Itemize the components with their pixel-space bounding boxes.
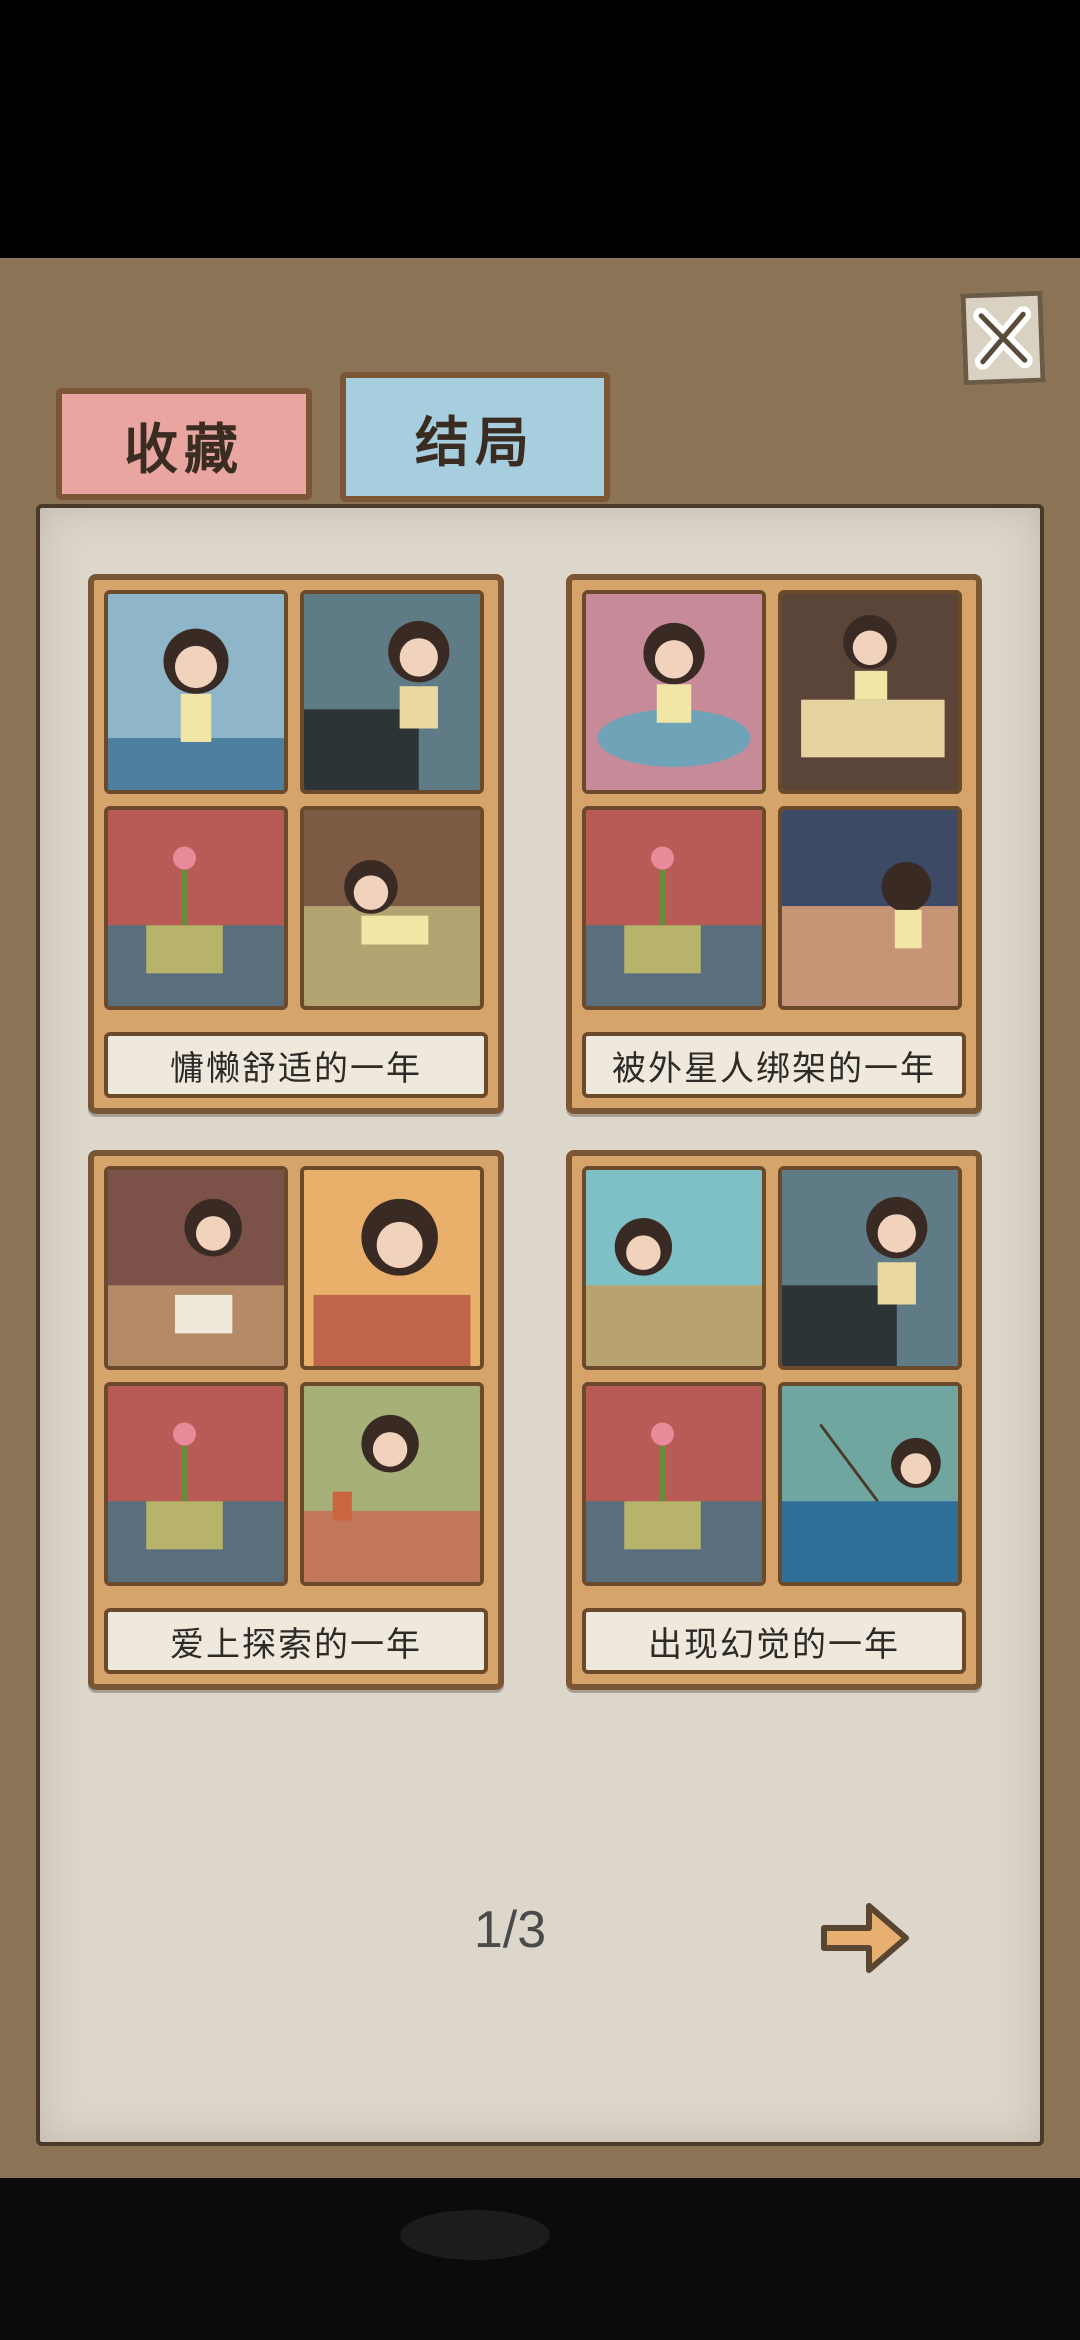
ending-card-3[interactable]: 爱上探索的一年 [88,1150,504,1690]
ending-thumbnail-yoga [104,590,288,794]
bottom-letterbox [0,2178,1080,2340]
ending-card-1[interactable]: 慵懒舒适的一年 [88,574,504,1114]
ending-thumbnail-plant-pot [582,806,766,1010]
ending-thumbnail-sofa-rest [300,806,484,1010]
ending-card-2[interactable]: 被外星人绑架的一年 [566,574,982,1114]
tab-endings[interactable]: 结局 [340,372,610,502]
ending-thumbnail-gardening [300,1382,484,1586]
ending-thumbnail-feast [300,1166,484,1370]
ending-thumbnail-plant-pot [582,1382,766,1586]
bottom-scene-decoration [400,2210,550,2260]
next-page-button[interactable] [814,1888,914,1988]
ending-thumbnail-desk-study [104,1166,288,1370]
close-icon [973,306,1033,370]
tab-collection[interactable]: 收藏 [56,388,312,500]
ending-thumbnail-hologram [582,1166,766,1370]
close-button[interactable] [960,290,1046,386]
ending-title: 出现幻觉的一年 [582,1608,966,1674]
ending-thumbnail-bar-counter [778,806,962,1010]
ending-title: 爱上探索的一年 [104,1608,488,1674]
ending-card-4[interactable]: 出现幻觉的一年 [566,1150,982,1690]
top-letterbox [0,0,1080,258]
ending-title: 慵懒舒适的一年 [104,1032,488,1098]
ending-thumbnail-alien-table [582,590,766,794]
ending-thumbnail-headphones [300,590,484,794]
page-indicator: 1/3 [473,1901,547,1959]
ending-thumbnail-fishing [778,1382,962,1586]
ending-title: 被外星人绑架的一年 [582,1032,966,1098]
ending-thumbnail-plant-pot [104,806,288,1010]
arrow-right-icon [821,1903,909,1973]
ending-thumbnail-plant-pot [104,1382,288,1586]
ending-thumbnail-levitate [778,590,962,794]
ending-thumbnail-headphones [778,1166,962,1370]
